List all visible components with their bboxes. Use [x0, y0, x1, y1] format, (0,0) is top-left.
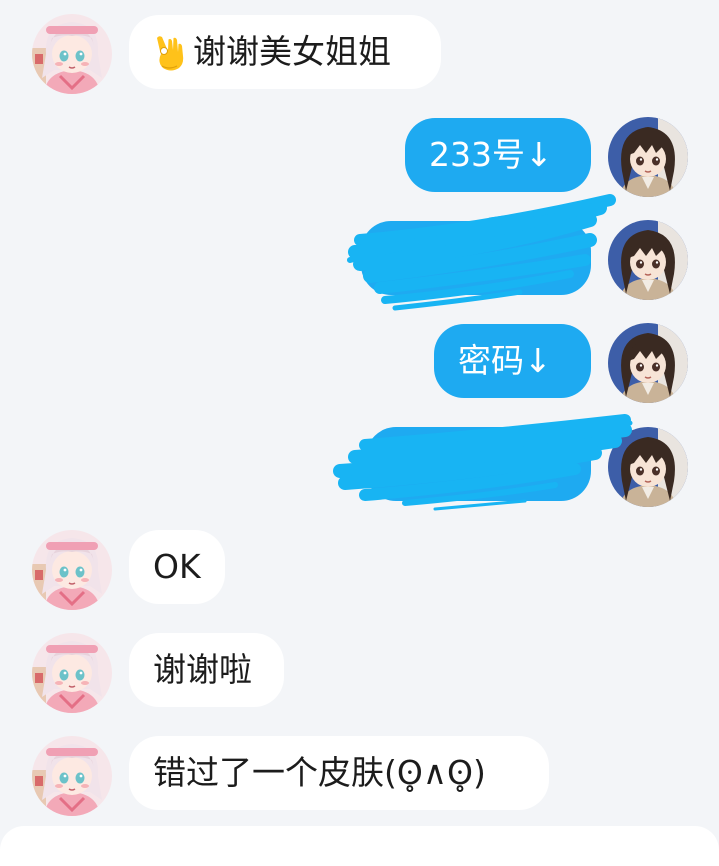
contact-avatar[interactable] [32, 633, 112, 713]
message-bubble-outgoing-redacted[interactable] [361, 221, 591, 295]
contact-avatar[interactable] [32, 530, 112, 610]
message-text: 谢谢啦 [153, 650, 252, 689]
message-text: 密码↓ [458, 341, 552, 380]
avatar-image [32, 14, 112, 94]
message-bubble-incoming[interactable]: OK [129, 530, 225, 604]
message-bubble-incoming[interactable]: 谢谢美女姐姐 [129, 15, 441, 89]
self-avatar[interactable] [608, 323, 688, 403]
contact-avatar[interactable] [32, 736, 112, 816]
avatar-image [32, 530, 112, 610]
avatar-image [32, 736, 112, 816]
message-text: OK [153, 547, 201, 586]
message-text: 233号↓ [429, 135, 553, 174]
self-avatar[interactable] [608, 117, 688, 197]
message-bubble-incoming[interactable]: 错过了一个皮肤(ʘ̥∧ʘ̥) [129, 736, 549, 810]
avatar-image [608, 220, 688, 300]
message-bubble-outgoing[interactable]: 密码↓ [434, 324, 591, 398]
self-avatar[interactable] [608, 427, 688, 507]
message-text: 错过了一个皮肤(ʘ̥∧ʘ̥) [153, 753, 486, 792]
avatar-image [608, 117, 688, 197]
message-text: 谢谢美女姐姐 [193, 32, 391, 71]
message-bubble-incoming[interactable]: 谢谢啦 [129, 633, 284, 707]
avatar-image [32, 633, 112, 713]
message-bubble-outgoing[interactable]: 233号↓ [405, 118, 591, 192]
message-input-bar[interactable] [0, 826, 719, 866]
avatar-image [608, 427, 688, 507]
ok-hand-icon [153, 32, 187, 72]
message-bubble-outgoing-redacted[interactable] [366, 427, 591, 501]
chat-message-list[interactable]: 谢谢美女姐姐 233号↓ 密码↓ OK 谢谢啦 错过了一个皮肤(ʘ̥∧ʘ̥) [0, 0, 719, 847]
self-avatar[interactable] [608, 220, 688, 300]
contact-avatar[interactable] [32, 14, 112, 94]
avatar-image [608, 323, 688, 403]
